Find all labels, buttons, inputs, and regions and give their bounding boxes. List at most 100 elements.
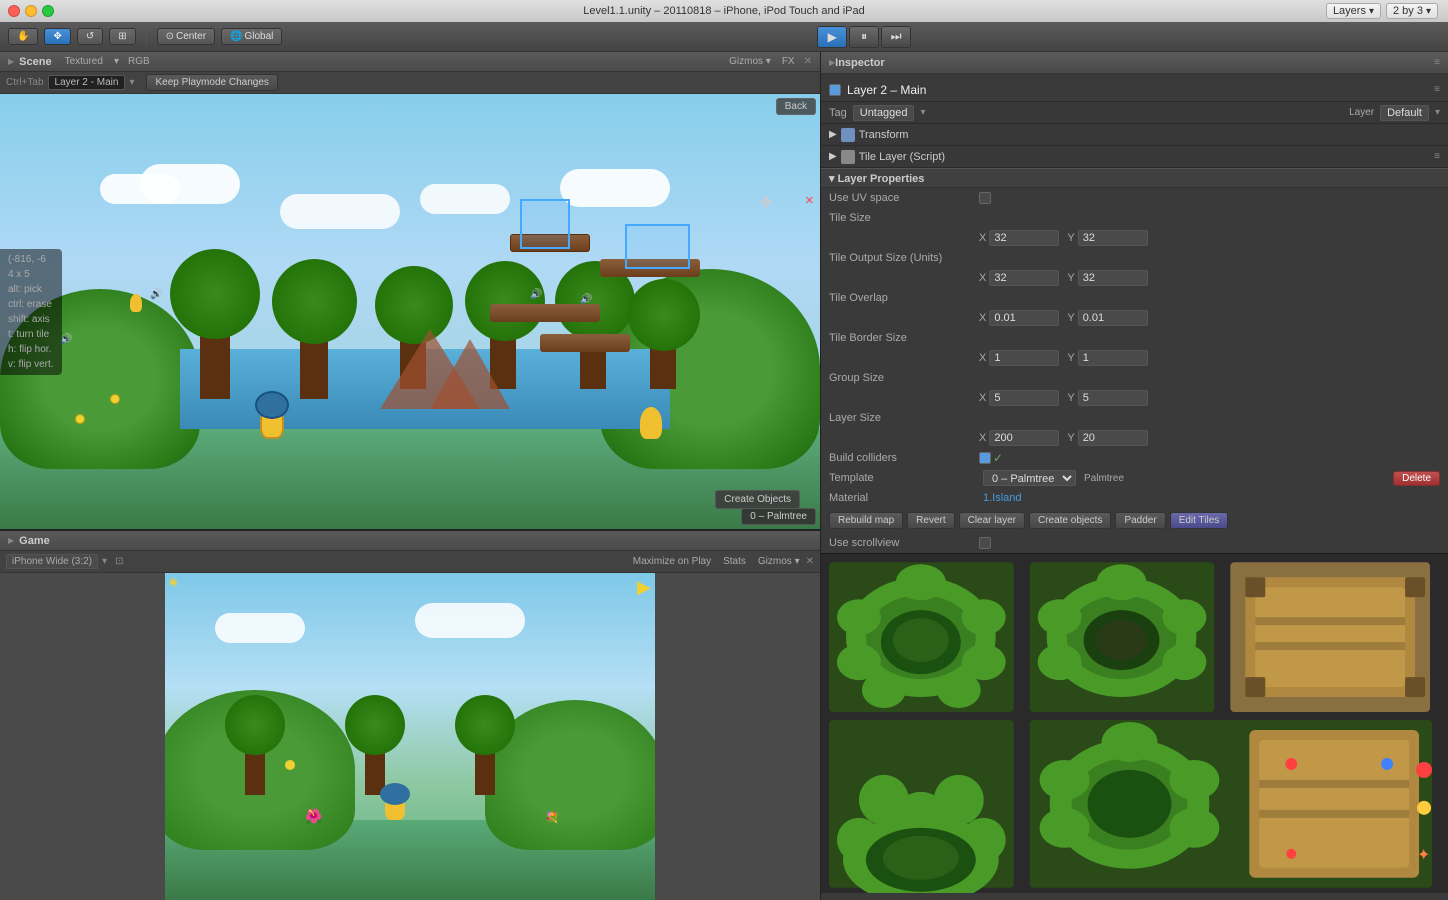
delete-button[interactable]: Delete <box>1393 471 1440 486</box>
game-gizmos[interactable]: Gizmos ▾ <box>758 556 800 567</box>
tile-border-values: X Y <box>821 348 1448 368</box>
aspect-dropdown[interactable]: iPhone Wide (3:2) <box>6 554 98 569</box>
tile-layer-section[interactable]: ▶ Tile Layer (Script) ≡ <box>821 146 1448 168</box>
action-buttons: Rebuild map Revert Clear layer Create ob… <box>821 508 1448 533</box>
clear-layer-btn[interactable]: Clear layer <box>959 512 1025 529</box>
size-display: 4 x 5 <box>4 268 58 281</box>
close-button[interactable] <box>8 5 20 17</box>
layer-properties[interactable]: ▾ Layer Properties <box>821 168 1448 188</box>
svg-text:✦: ✦ <box>1417 847 1430 864</box>
transform-icon <box>841 128 855 142</box>
game-character-hat <box>380 783 410 805</box>
inspector-header: ▶ Inspector ≡ <box>821 52 1448 74</box>
coin-1 <box>75 414 85 424</box>
keep-playmode-btn[interactable]: Keep Playmode Changes <box>146 74 277 91</box>
uv-space-row: Use UV space <box>821 188 1448 208</box>
layer-size-x[interactable] <box>989 430 1059 446</box>
pause-button[interactable]: ⏸ <box>849 26 879 48</box>
tile-size-values: X Y <box>821 228 1448 248</box>
game-flower-1: 🌺 <box>305 808 322 825</box>
layer-dropdown[interactable]: Default <box>1380 105 1429 121</box>
template-row: Template 0 – Palmtree Palmtree Delete <box>821 468 1448 488</box>
palmtree-selector[interactable]: 0 – Palmtree <box>741 508 816 525</box>
scene-shading[interactable]: Textured <box>65 56 103 67</box>
create-objects-btn[interactable]: Create objects <box>1029 512 1111 529</box>
gizmo-x: ✕ <box>805 194 814 207</box>
scale-tool[interactable]: ⊞ <box>109 28 135 45</box>
tile-overlap-row: Tile Overlap <box>821 288 1448 308</box>
tile-overlap-y[interactable] <box>1078 310 1148 326</box>
speaker-2: 🔊 <box>150 289 162 300</box>
h-flip-hor: h: flip hor. <box>4 343 58 356</box>
coords-display: (-816, -6 <box>4 253 58 266</box>
move-tool[interactable]: ✥ <box>44 28 70 45</box>
layer-size-y[interactable] <box>1078 430 1148 446</box>
global-btn[interactable]: 🌐 Global <box>221 28 282 45</box>
scene-panel-title: Scene <box>19 56 51 68</box>
tile-size-x[interactable] <box>989 230 1059 246</box>
fx-btn[interactable]: FX <box>782 56 795 67</box>
edit-tiles-btn[interactable]: Edit Tiles <box>1170 512 1229 529</box>
maximize-button[interactable] <box>42 5 54 17</box>
scrollview-checkbox[interactable] <box>979 537 991 549</box>
hand-tool[interactable]: ✋ <box>8 28 38 45</box>
layer-tab[interactable]: Layer 2 - Main <box>48 75 126 90</box>
content: ▶ Scene Textured ▾ RGB Gizmos ▾ FX ✕ Ctr… <box>0 52 1448 900</box>
tag-dropdown[interactable]: Untagged <box>853 105 915 121</box>
layers-dropdown[interactable]: Layers ▾ <box>1326 3 1381 19</box>
play-controls: ▶ ⏸ ⏭ <box>817 26 911 48</box>
template-select[interactable]: 0 – Palmtree <box>983 470 1076 486</box>
character-hat <box>255 391 289 419</box>
back-btn[interactable]: Back <box>776 98 816 115</box>
right-controls: Layers ▾ 2 by 3 ▾ <box>1326 3 1438 19</box>
layer-label: Layer <box>1349 107 1374 118</box>
by3-dropdown[interactable]: 2 by 3 ▾ <box>1386 3 1438 19</box>
active-checkbox[interactable] <box>829 84 841 96</box>
stats-btn[interactable]: Stats <box>723 556 746 567</box>
inspector-content[interactable]: Layer 2 – Main ≡ Tag Untagged ▾ Layer De… <box>821 74 1448 900</box>
scene-canvas[interactable]: 🔊 🔊 🔊 🔊 ✤ ✕ Back Create Objects 0 – Palm… <box>0 94 820 529</box>
maximize-btn[interactable]: Maximize on Play <box>633 556 711 567</box>
transform-section[interactable]: ▶ Transform <box>821 124 1448 146</box>
rotate-tool[interactable]: ↺ <box>77 28 103 45</box>
v-flip-vert: v: flip vert. <box>4 358 58 371</box>
speaker-3: 🔊 <box>530 289 542 300</box>
step-button[interactable]: ⏭ <box>881 26 911 48</box>
tile-palette[interactable]: ✦ <box>821 553 1448 893</box>
scene-toolbar: Ctrl+Tab Layer 2 - Main ▾ Keep Playmode … <box>0 72 820 94</box>
uv-space-checkbox[interactable] <box>979 192 991 204</box>
group-size-values: X Y <box>821 388 1448 408</box>
inspector-panel-title: Inspector <box>835 57 885 69</box>
group-size-x[interactable] <box>989 390 1059 406</box>
create-objects-btn[interactable]: Create Objects <box>715 490 800 509</box>
material-value[interactable]: 1.Island <box>983 492 1022 504</box>
tile-output-y[interactable] <box>1078 270 1148 286</box>
tile-palette-svg: ✦ <box>821 554 1448 893</box>
orientation-indicator: ◉ <box>169 577 178 588</box>
rebuild-map-btn[interactable]: Rebuild map <box>829 512 903 529</box>
object-name: Layer 2 – Main <box>847 83 1428 97</box>
tile-border-y[interactable] <box>1078 350 1148 366</box>
tile-border-row: Tile Border Size <box>821 328 1448 348</box>
tile-overlap-x[interactable] <box>989 310 1059 326</box>
gizmos-btn[interactable]: Gizmos ▾ <box>729 56 771 67</box>
group-size-y[interactable] <box>1078 390 1148 406</box>
tile-overlap-values: X Y <box>821 308 1448 328</box>
center-btn[interactable]: ⊙ Center <box>157 28 215 45</box>
build-colliders-checkbox[interactable] <box>979 452 991 464</box>
gizmo-cross: ✤ <box>760 194 772 211</box>
game-panel-title: Game <box>19 535 50 547</box>
play-button[interactable]: ▶ <box>817 26 847 48</box>
tile-border-x[interactable] <box>989 350 1059 366</box>
minimize-button[interactable] <box>25 5 37 17</box>
revert-btn[interactable]: Revert <box>907 512 954 529</box>
window-buttons[interactable] <box>8 5 54 17</box>
padder-btn[interactable]: Padder <box>1115 512 1165 529</box>
tile-output-x[interactable] <box>989 270 1059 286</box>
object-name-row: Layer 2 – Main ≡ <box>821 78 1448 102</box>
material-row: Material 1.Island <box>821 488 1448 508</box>
coin-2 <box>110 394 120 404</box>
tile-size-y[interactable] <box>1078 230 1148 246</box>
small-character <box>130 294 142 312</box>
game-canvas[interactable]: 🌺 💐 ▶ ◉ <box>0 573 820 900</box>
